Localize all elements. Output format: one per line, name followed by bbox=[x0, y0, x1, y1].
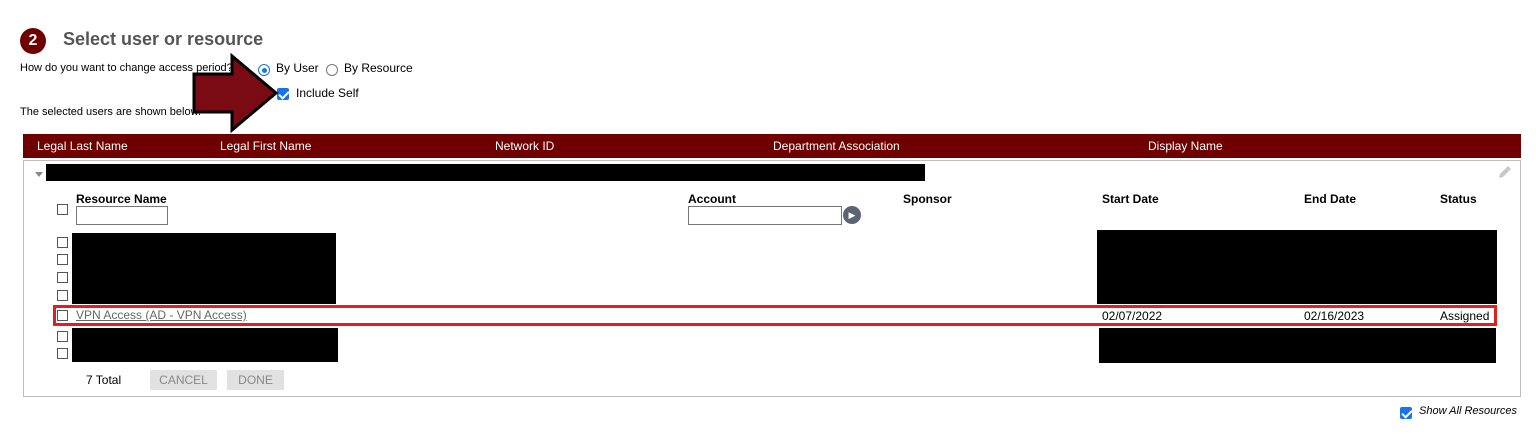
total-count: 7 Total bbox=[86, 373, 122, 387]
col-account[interactable]: Account bbox=[688, 192, 736, 206]
redacted-resources-block bbox=[72, 233, 336, 304]
col-resource-name[interactable]: Resource Name bbox=[76, 192, 167, 206]
row-checkbox[interactable] bbox=[57, 348, 68, 359]
highlighted-row-outline bbox=[53, 305, 1497, 326]
redacted-dates-block bbox=[1099, 328, 1496, 363]
row-checkbox[interactable] bbox=[57, 331, 68, 342]
resource-name-filter-input[interactable] bbox=[76, 206, 168, 225]
by-resource-radio[interactable] bbox=[326, 64, 338, 76]
vpn-end-date: 02/16/2023 bbox=[1304, 309, 1365, 323]
vpn-access-link[interactable]: VPN Access (AD - VPN Access) bbox=[76, 308, 247, 322]
row-checkbox[interactable] bbox=[57, 290, 68, 301]
vpn-start-date: 02/07/2022 bbox=[1102, 309, 1163, 323]
redacted-resources-block bbox=[72, 328, 338, 362]
col-department-association[interactable]: Department Association bbox=[773, 139, 900, 153]
col-end-date[interactable]: End Date bbox=[1304, 192, 1356, 206]
row-checkbox[interactable] bbox=[57, 272, 68, 283]
users-table-header: Legal Last Name Legal First Name Network… bbox=[23, 134, 1521, 158]
row-checkbox[interactable] bbox=[57, 237, 68, 248]
cancel-button[interactable]: CANCEL bbox=[150, 370, 217, 390]
col-display-name[interactable]: Display Name bbox=[1148, 139, 1223, 153]
by-user-label: By User bbox=[276, 61, 319, 75]
col-legal-last-name[interactable]: Legal Last Name bbox=[37, 139, 128, 153]
col-status[interactable]: Status bbox=[1440, 192, 1477, 206]
done-button[interactable]: DONE bbox=[227, 370, 284, 390]
show-all-resources-label: Show All Resources bbox=[1419, 405, 1518, 417]
selected-users-note: The selected users are shown below. bbox=[20, 106, 201, 118]
step-title: Select user or resource bbox=[63, 29, 264, 49]
vpn-status: Assigned bbox=[1440, 309, 1490, 323]
col-start-date[interactable]: Start Date bbox=[1102, 192, 1159, 206]
include-self-label: Include Self bbox=[296, 86, 359, 100]
by-resource-label: By Resource bbox=[344, 61, 413, 75]
edit-pencil-icon[interactable] bbox=[1497, 164, 1513, 180]
redacted-dates-block bbox=[1097, 230, 1497, 304]
col-network-id[interactable]: Network ID bbox=[495, 139, 554, 153]
redacted-user-row bbox=[46, 164, 925, 181]
select-all-checkbox[interactable] bbox=[57, 204, 68, 215]
filter-go-button[interactable]: ▶ bbox=[843, 206, 861, 224]
col-sponsor[interactable]: Sponsor bbox=[903, 192, 952, 206]
expand-collapse-icon[interactable] bbox=[35, 172, 43, 177]
step-number-badge: 2 bbox=[20, 28, 46, 54]
annotation-arrow-icon bbox=[192, 52, 279, 134]
vpn-row-checkbox[interactable] bbox=[57, 310, 68, 321]
col-legal-first-name[interactable]: Legal First Name bbox=[220, 139, 311, 153]
account-filter-input[interactable] bbox=[688, 206, 842, 225]
row-checkbox[interactable] bbox=[57, 254, 68, 265]
show-all-resources-checkbox[interactable] bbox=[1400, 407, 1412, 419]
